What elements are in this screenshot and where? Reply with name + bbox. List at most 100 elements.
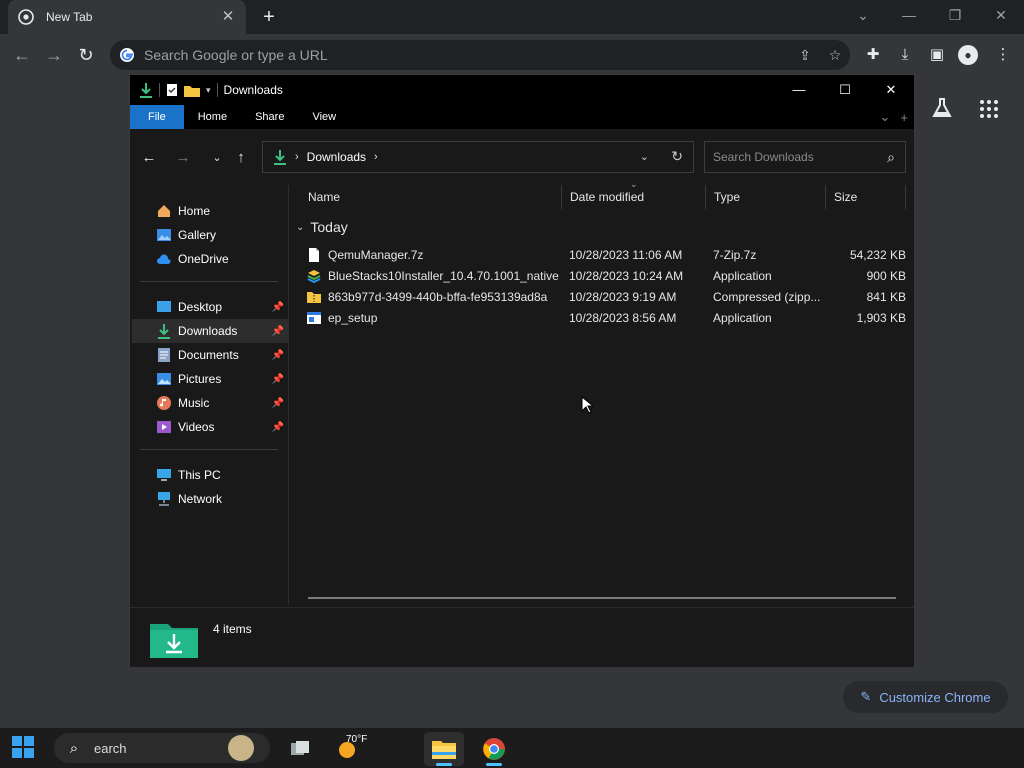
restore-button[interactable]: ❐ xyxy=(932,0,978,32)
ribbon-tab-view[interactable]: View xyxy=(298,105,350,129)
sidebar-item-this-pc[interactable]: This PC xyxy=(132,463,288,487)
up-icon[interactable]: ↑ xyxy=(230,147,252,169)
windows-start-icon[interactable] xyxy=(12,736,34,758)
monitor-icon xyxy=(156,467,172,483)
ribbon-tab-file[interactable]: File xyxy=(130,105,184,129)
profile-icon[interactable]: ● xyxy=(958,45,978,65)
pin-icon[interactable]: 📌 xyxy=(270,302,286,313)
chrome-taskbar-icon[interactable] xyxy=(474,732,514,766)
ribbon: File Home Share View ⌄ + xyxy=(130,105,914,129)
videos-icon xyxy=(156,419,172,435)
pin-icon[interactable]: 📌 xyxy=(270,398,286,409)
gallery-icon xyxy=(156,227,172,243)
explorer-titlebar: ▾ Downloads — ☐ ✕ xyxy=(130,75,914,105)
new-folder-icon[interactable] xyxy=(184,84,200,97)
list-item[interactable]: ep_setup 10/28/2023 8:56 AM Application … xyxy=(306,307,906,328)
status-bar: 4 items xyxy=(130,607,914,667)
cloud-icon xyxy=(156,251,172,267)
back-icon[interactable]: ← xyxy=(138,147,160,169)
customize-chrome-button[interactable]: ✎ Customize Chrome xyxy=(843,681,1008,713)
menu-icon[interactable]: ⋮ xyxy=(992,44,1014,66)
sidebar-item-onedrive[interactable]: OneDrive xyxy=(132,247,288,271)
search-input[interactable]: Search Downloads ⌕ xyxy=(704,141,906,173)
breadcrumb-chevron-icon[interactable]: › xyxy=(374,151,378,163)
file-icon xyxy=(309,247,319,262)
tab-close-icon[interactable]: ✕ xyxy=(220,9,236,25)
address-bar[interactable]: › Downloads › ⌄ ↻ xyxy=(262,141,694,173)
active-app-indicator xyxy=(486,763,502,766)
weather-temperature: 70°F xyxy=(346,734,368,745)
address-dropdown-icon[interactable]: ⌄ xyxy=(640,150,649,163)
breadcrumb-chevron-icon[interactable]: › xyxy=(295,151,299,163)
taskbar: ⌕ earch 70°F xyxy=(0,728,1024,768)
explorer-minimize-button[interactable]: — xyxy=(776,75,822,105)
column-header-name[interactable]: Name xyxy=(300,185,562,209)
recent-locations-icon[interactable]: ⌄ xyxy=(206,147,228,169)
ribbon-tab-share[interactable]: Share xyxy=(241,105,298,129)
tab-search-chevron-icon[interactable]: ⌄ xyxy=(840,0,886,32)
pin-icon[interactable]: 📌 xyxy=(270,374,286,385)
group-header-today[interactable]: ⌄ Today xyxy=(296,217,348,237)
list-item[interactable]: BlueStacks10Installer_10.4.70.1001_nativ… xyxy=(306,265,906,286)
explorer-close-button[interactable]: ✕ xyxy=(868,75,914,105)
reload-icon[interactable]: ↻ xyxy=(74,43,98,67)
breadcrumb[interactable]: Downloads xyxy=(307,150,366,164)
extensions-icon[interactable]: ✚ xyxy=(862,44,884,66)
home-icon xyxy=(156,203,172,219)
file-explorer-taskbar-icon[interactable] xyxy=(424,732,464,766)
horizontal-scrollbar[interactable] xyxy=(308,597,896,599)
collapse-chevron-icon[interactable]: ⌄ xyxy=(296,222,304,233)
sidebar-item-videos[interactable]: Videos 📌 xyxy=(132,415,288,439)
pane-divider[interactable] xyxy=(288,185,289,605)
omnibox[interactable]: Search Google or type a URL ⇪ ☆ xyxy=(110,40,850,70)
column-header-type[interactable]: Type xyxy=(706,185,826,209)
forward-arrow-icon[interactable]: → xyxy=(42,43,66,67)
tab-new-tab[interactable]: New Tab ✕ xyxy=(8,0,246,34)
column-header-size[interactable]: Size xyxy=(826,185,906,209)
star-icon[interactable]: ☆ xyxy=(820,47,850,64)
expand-ribbon-icon[interactable]: ⌄ xyxy=(880,109,891,125)
labs-flask-icon[interactable] xyxy=(930,96,954,120)
desktop-icon xyxy=(156,299,172,315)
taskbar-search-box[interactable]: ⌕ earch xyxy=(54,733,270,763)
forward-icon[interactable]: → xyxy=(172,147,194,169)
ribbon-tab-home[interactable]: Home xyxy=(184,105,241,129)
sidebar-item-documents[interactable]: Documents 📌 xyxy=(132,343,288,367)
download-icon[interactable]: ⤓ xyxy=(894,44,916,66)
download-icon xyxy=(156,323,172,339)
google-apps-icon[interactable] xyxy=(978,98,1000,120)
sidebar-item-desktop[interactable]: Desktop 📌 xyxy=(132,295,288,319)
list-item[interactable]: QemuManager.7z 10/28/2023 11:06 AM 7-Zip… xyxy=(306,244,906,265)
sidebar-item-downloads[interactable]: Downloads 📌 xyxy=(132,319,288,343)
share-icon[interactable]: ⇪ xyxy=(790,47,820,64)
properties-icon[interactable] xyxy=(166,83,178,97)
pin-icon[interactable]: 📌 xyxy=(270,422,286,433)
task-view-icon[interactable] xyxy=(280,732,320,766)
add-icon[interactable]: + xyxy=(900,110,908,125)
sidebar-item-music[interactable]: Music 📌 xyxy=(132,391,288,415)
download-arrow-icon[interactable] xyxy=(139,82,153,98)
sidebar-item-pictures[interactable]: Pictures 📌 xyxy=(132,367,288,391)
search-highlight-avatar xyxy=(228,735,254,761)
search-icon[interactable]: ⌕ xyxy=(877,149,905,166)
file-explorer-window: ▾ Downloads — ☐ ✕ File Home Share View ⌄… xyxy=(129,74,915,667)
sidebar-item-home[interactable]: Home xyxy=(132,199,288,223)
sidebar-item-gallery[interactable]: Gallery xyxy=(132,223,288,247)
list-item[interactable]: 863b977d-3499-440b-bffa-fe953139ad8a 10/… xyxy=(306,286,906,307)
explorer-maximize-button[interactable]: ☐ xyxy=(822,75,868,105)
refresh-icon[interactable]: ↻ xyxy=(671,148,683,165)
new-tab-button[interactable]: + xyxy=(258,6,280,28)
back-arrow-icon[interactable]: ← xyxy=(10,43,34,67)
column-header-date[interactable]: Date modified xyxy=(562,185,706,209)
nav-divider xyxy=(140,281,278,282)
google-icon xyxy=(120,48,134,62)
qa-dropdown-icon[interactable]: ▾ xyxy=(206,85,211,96)
pin-icon[interactable]: 📌 xyxy=(270,326,286,337)
side-panel-icon[interactable]: ▣ xyxy=(926,44,948,66)
minimize-button[interactable]: — xyxy=(886,0,932,32)
close-button[interactable]: ✕ xyxy=(978,0,1024,32)
window-title: Downloads xyxy=(223,83,283,97)
pin-icon[interactable]: 📌 xyxy=(270,350,286,361)
sidebar-item-network[interactable]: Network xyxy=(132,487,288,511)
chrome-tabstrip: New Tab ✕ + ⌄ — ❐ ✕ xyxy=(0,0,1024,34)
